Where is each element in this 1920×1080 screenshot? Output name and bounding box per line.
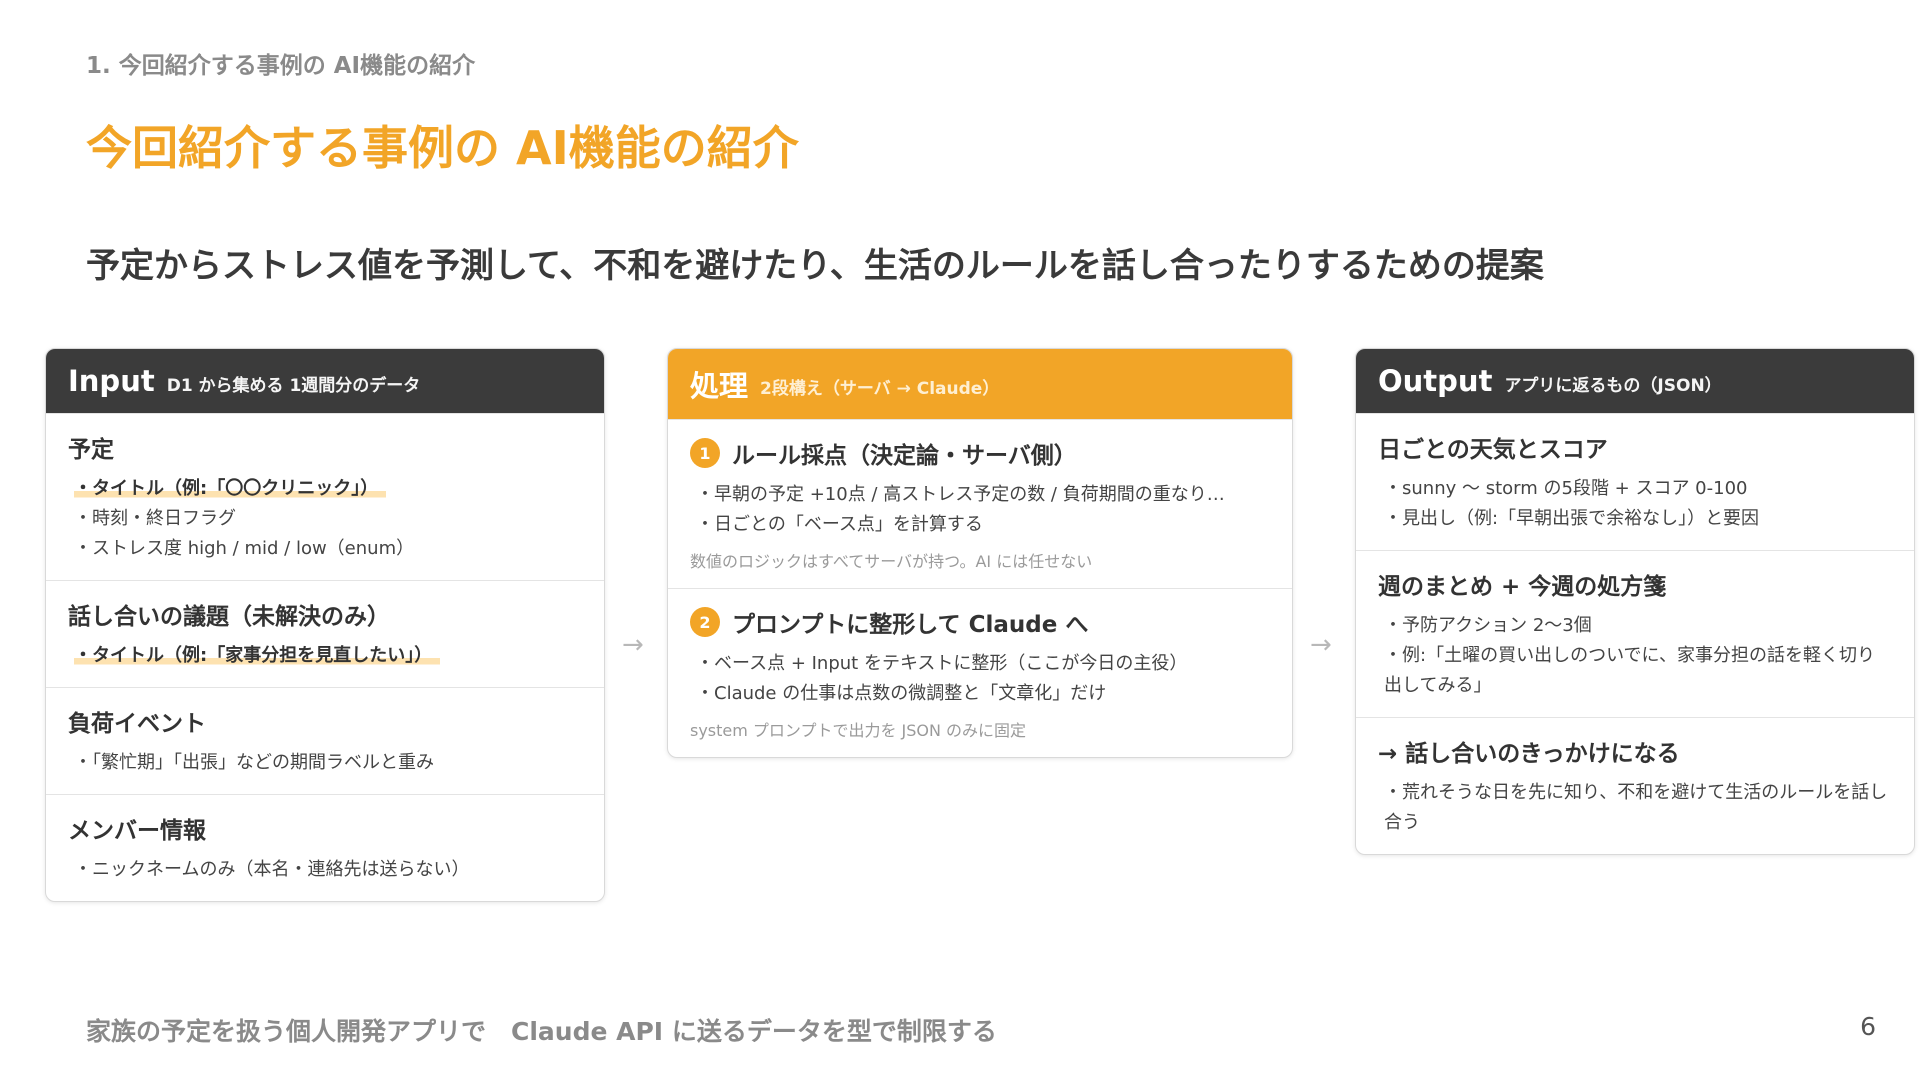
process-step-2: 2 プロンプトに整形して Claude へ ・ベース点 + Input をテキス…: [668, 588, 1292, 757]
step-title: ルール採点（決定論・サーバ側）: [732, 443, 1077, 469]
bullet-item: ・早朝の予定 +10点 / 高ストレス予定の数 / 負荷期間の重なり…: [696, 484, 1225, 505]
highlighted-text: ・タイトル（例:「家事分担を見直したい」）: [74, 645, 441, 666]
bullet-item: ・ストレス度 high / mid / low（enum）: [74, 538, 415, 559]
section-title: 負荷イベント: [68, 711, 206, 737]
bullet-item: ・見出し（例:「早朝出張で余裕なし」）と要因: [1384, 508, 1760, 529]
bullet-item: ・例:「土曜の買い出しのついでに、家事分担の話を軽く切り出してみる」: [1384, 645, 1875, 696]
bullet-item: ・Claude の仕事は点数の微調整と「文章化」だけ: [696, 683, 1107, 704]
input-card-subtitle: D1 から集める 1週間分のデータ: [166, 375, 421, 396]
output-card: Output アプリに返るもの（JSON） 日ごとの天気とスコア ・sunny …: [1355, 348, 1915, 855]
section-title: 週のまとめ + 今週の処方箋: [1378, 574, 1667, 600]
step-title: プロンプトに整形して Claude へ: [732, 612, 1089, 638]
step-title-row: 1 ルール採点（決定論・サーバ側）: [690, 436, 1270, 470]
bullet-item: ・日ごとの「ベース点」を計算する: [696, 514, 983, 535]
breadcrumb: 1. 今回紹介する事例の AI機能の紹介: [86, 53, 476, 79]
bullet-item: ・ニックネームのみ（本名・連絡先は送らない）: [74, 859, 470, 880]
input-card-title: Input: [68, 364, 155, 398]
section-title: メンバー情報: [68, 818, 206, 844]
page-title: 今回紹介する事例の AI機能の紹介: [86, 121, 799, 175]
bullet-item: ・時刻・終日フラグ: [74, 508, 236, 529]
input-card-header: Input D1 から集める 1週間分のデータ: [46, 349, 604, 413]
section-title: → 話し合いのきっかけになる: [1378, 741, 1680, 767]
section-title: 日ごとの天気とスコア: [1378, 437, 1608, 463]
process-card-header: 処理 2段構え（サーバ → Claude）: [668, 349, 1292, 419]
flow-arrow-icon: →: [622, 630, 644, 660]
input-card: Input D1 から集める 1週間分のデータ 予定 ・タイトル（例:「〇〇クリ…: [45, 348, 605, 902]
bullet-item: ・sunny 〜 storm の5段階 + スコア 0-100: [1384, 478, 1748, 499]
slide: 1. 今回紹介する事例の AI機能の紹介 今回紹介する事例の AI機能の紹介 予…: [0, 0, 1920, 1080]
bullet-item: ・予防アクション 2〜3個: [1384, 615, 1592, 636]
slide-subtitle: 予定からストレス値を予測して、不和を避けたり、生活のルールを話し合ったりするため…: [86, 246, 1544, 286]
output-card-subtitle: アプリに返るもの（JSON）: [1504, 375, 1722, 396]
input-section-load-events: 負荷イベント ・「繁忙期」「出張」などの期間ラベルと重み: [46, 687, 604, 794]
section-title: 予定: [68, 437, 114, 463]
bullet-item: ・ベース点 + Input をテキストに整形（ここが今日の主役）: [696, 653, 1188, 674]
process-step-1: 1 ルール採点（決定論・サーバ側） ・早朝の予定 +10点 / 高ストレス予定の…: [668, 419, 1292, 588]
bullet-item: ・荒れそうな日を先に知り、不和を避けて生活のルールを話し合う: [1384, 782, 1888, 833]
process-card-title: 処理: [690, 369, 749, 403]
output-section-weekly-summary: 週のまとめ + 今週の処方箋 ・予防アクション 2〜3個 ・例:「土曜の買い出し…: [1356, 550, 1914, 717]
bullet-item: ・タイトル（例:「〇〇クリニック」）: [68, 474, 582, 504]
step-note: system プロンプトで出力を JSON のみに固定: [690, 721, 1027, 740]
bullet-item: ・「繁忙期」「出張」などの期間ラベルと重み: [74, 752, 434, 773]
footer-text: 家族の予定を扱う個人開発アプリで Claude API に送るデータを型で制限す…: [86, 1017, 997, 1046]
input-section-schedule: 予定 ・タイトル（例:「〇〇クリニック」） ・時刻・終日フラグ ・ストレス度 h…: [46, 413, 604, 580]
bullet-item: ・タイトル（例:「家事分担を見直したい」）: [68, 641, 582, 671]
step-title-row: 2 プロンプトに整形して Claude へ: [690, 605, 1270, 639]
output-card-header: Output アプリに返るもの（JSON）: [1356, 349, 1914, 413]
step-number-badge: 2: [690, 607, 720, 637]
flow-arrow-icon: →: [1310, 630, 1332, 660]
process-card: 処理 2段構え（サーバ → Claude） 1 ルール採点（決定論・サーバ側） …: [667, 348, 1293, 758]
output-section-discussion: → 話し合いのきっかけになる ・荒れそうな日を先に知り、不和を避けて生活のルール…: [1356, 717, 1914, 854]
section-title: 話し合いの議題（未解決のみ）: [68, 604, 390, 630]
page-number: 6: [1860, 1012, 1876, 1041]
input-section-topics: 話し合いの議題（未解決のみ） ・タイトル（例:「家事分担を見直したい」）: [46, 580, 604, 687]
output-section-weather: 日ごとの天気とスコア ・sunny 〜 storm の5段階 + スコア 0-1…: [1356, 413, 1914, 550]
input-section-members: メンバー情報 ・ニックネームのみ（本名・連絡先は送らない）: [46, 794, 604, 901]
step-note: 数値のロジックはすべてサーバが持つ。AI には任せない: [690, 552, 1093, 571]
output-card-title: Output: [1378, 364, 1493, 398]
step-number-badge: 1: [690, 438, 720, 468]
process-card-subtitle: 2段構え（サーバ → Claude）: [760, 378, 1000, 399]
highlighted-text: ・タイトル（例:「〇〇クリニック」）: [74, 478, 387, 499]
